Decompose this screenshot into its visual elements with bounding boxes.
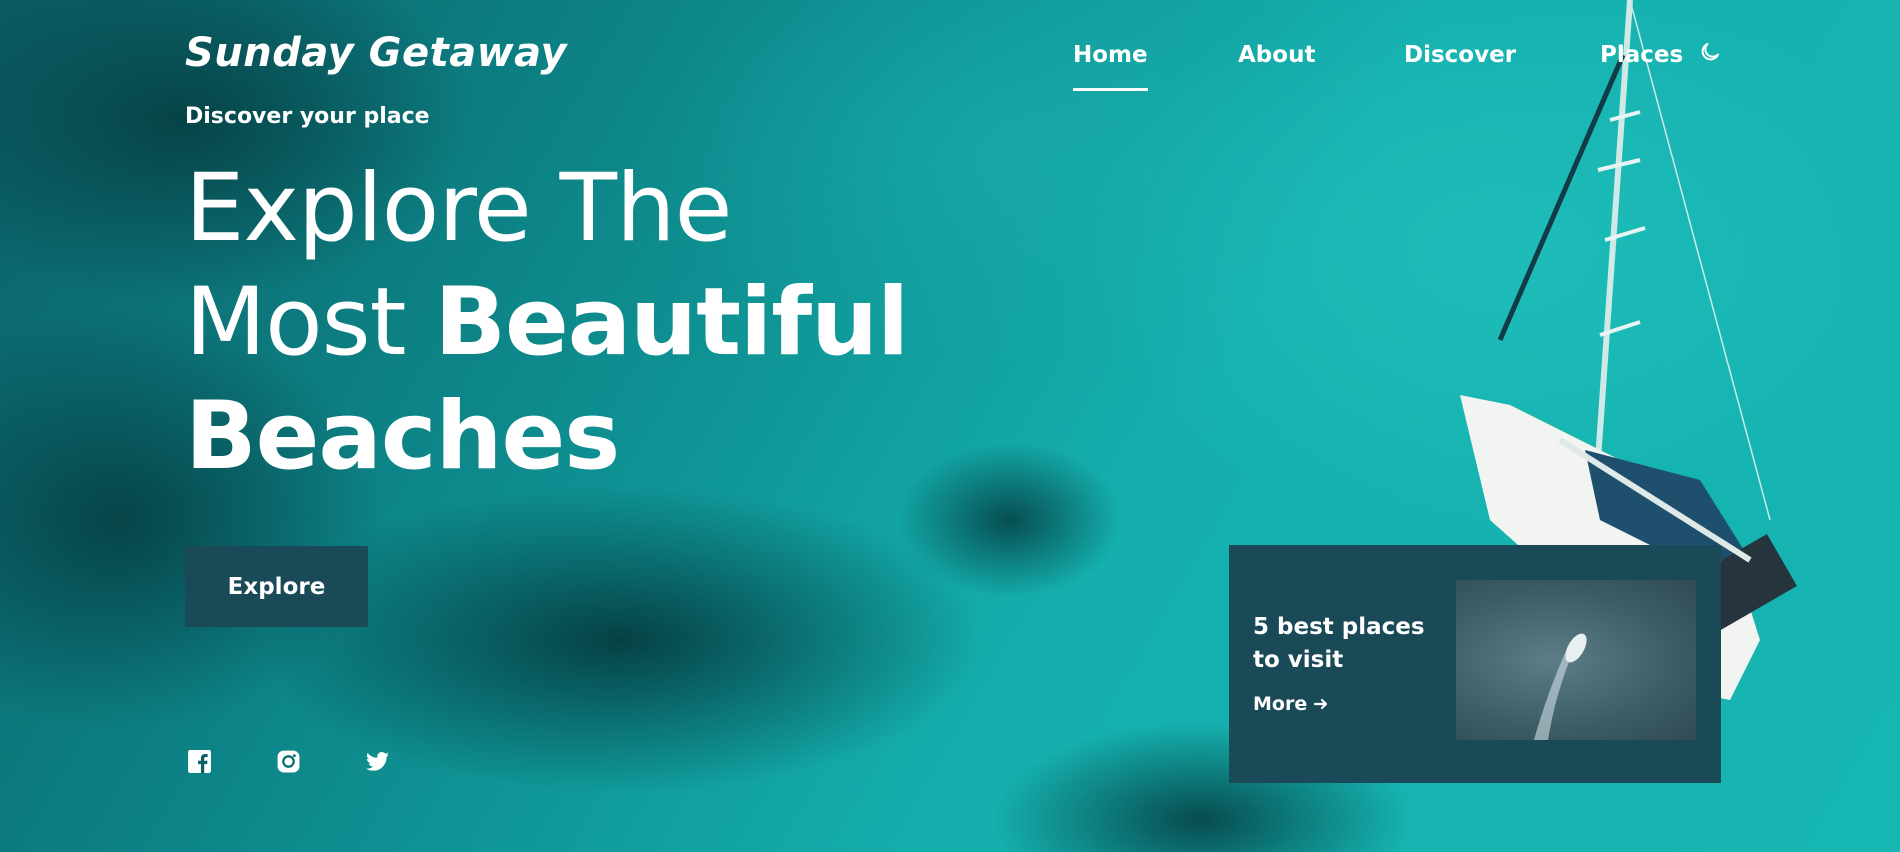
moon-icon[interactable] xyxy=(1698,40,1722,64)
featured-card[interactable]: 5 best places to visit More xyxy=(1229,545,1721,783)
hero-headline: Explore The Most Beautiful Beaches xyxy=(185,152,909,494)
twitter-icon[interactable] xyxy=(365,749,390,774)
facebook-icon[interactable] xyxy=(187,749,212,774)
card-more-label: More xyxy=(1253,693,1308,715)
hero-line-3: Beaches xyxy=(185,382,620,491)
nav-places[interactable]: Places xyxy=(1600,42,1683,68)
nav-discover[interactable]: Discover xyxy=(1404,42,1516,68)
card-image xyxy=(1456,580,1696,740)
card-title: 5 best places to visit xyxy=(1253,614,1425,673)
card-more-link[interactable]: More xyxy=(1253,693,1329,715)
hero-line-2-light: Most xyxy=(185,268,435,377)
explore-button[interactable]: Explore xyxy=(185,546,368,627)
nav-about[interactable]: About xyxy=(1238,42,1315,68)
hero-line-2-bold: Beautiful xyxy=(434,268,909,377)
brand-tagline: Discover your place xyxy=(185,104,430,129)
arrow-right-icon xyxy=(1314,698,1328,710)
boat-wake-image xyxy=(1534,633,1587,740)
brand-logo[interactable]: Sunday Getaway xyxy=(185,30,567,76)
nav-home[interactable]: Home xyxy=(1073,42,1148,91)
hero-line-1: Explore The xyxy=(185,154,732,263)
social-links xyxy=(187,749,454,774)
instagram-icon[interactable] xyxy=(276,749,301,774)
